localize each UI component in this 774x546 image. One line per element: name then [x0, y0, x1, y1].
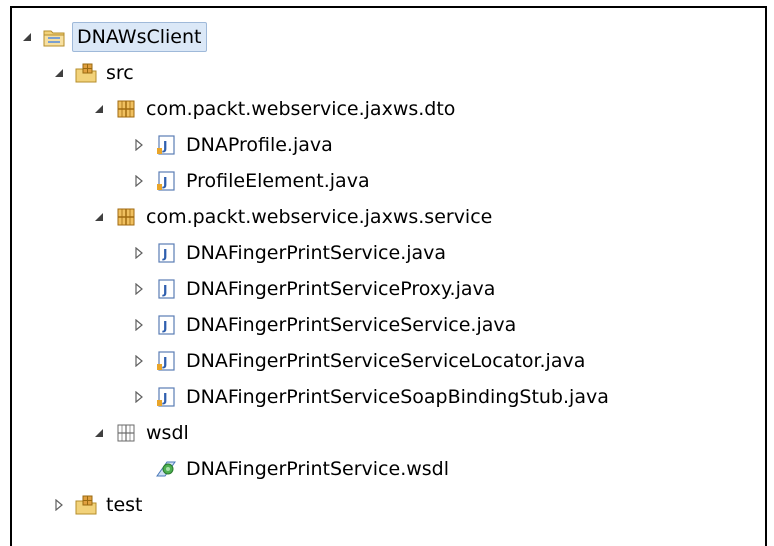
chevron-collapsed-icon[interactable]	[130, 172, 148, 190]
chevron-expanded-icon[interactable]	[90, 208, 108, 226]
svg-text:J: J	[162, 355, 167, 369]
tree-row-stub-java[interactable]: J DNAFingerPrintServiceSoapBindingStub.j…	[130, 380, 609, 414]
java-interface-icon: J	[154, 241, 178, 265]
chevron-expanded-icon[interactable]	[50, 64, 68, 82]
profileelement-label[interactable]: ProfileElement.java	[186, 167, 370, 195]
chevron-expanded-icon[interactable]	[90, 100, 108, 118]
project-label[interactable]: DNAWsClient	[72, 22, 207, 52]
svg-text:J: J	[162, 391, 167, 405]
chevron-collapsed-icon[interactable]	[130, 280, 148, 298]
chevron-collapsed-icon[interactable]	[130, 136, 148, 154]
source-folder-icon	[74, 61, 98, 85]
chevron-collapsed-icon[interactable]	[130, 352, 148, 370]
tree-row-service-java[interactable]: J DNAFingerPrintService.java	[130, 236, 446, 270]
java-file-icon: J	[154, 133, 178, 157]
src-label[interactable]: src	[106, 59, 134, 87]
service-java-label[interactable]: DNAFingerPrintService.java	[186, 239, 446, 267]
tree-row-test[interactable]: test	[50, 488, 143, 522]
chevron-collapsed-icon[interactable]	[130, 388, 148, 406]
svg-text:J: J	[162, 283, 167, 297]
tree-row-src[interactable]: src	[50, 56, 134, 90]
package-icon	[114, 97, 138, 121]
svg-text:J: J	[162, 319, 167, 333]
wsdl-folder-label[interactable]: wsdl	[146, 419, 189, 447]
java-interface-icon: J	[154, 313, 178, 337]
proxy-java-label[interactable]: DNAFingerPrintServiceProxy.java	[186, 275, 495, 303]
tree-row-profileelement[interactable]: J ProfileElement.java	[130, 164, 370, 198]
chevron-collapsed-icon[interactable]	[50, 496, 68, 514]
tree-row-service-package[interactable]: com.packt.webservice.jaxws.service	[90, 200, 492, 234]
java-file-icon: J	[154, 277, 178, 301]
tree-row-locator-java[interactable]: J DNAFingerPrintServiceServiceLocator.ja…	[130, 344, 585, 378]
project-folder-icon	[42, 25, 66, 49]
locator-java-label[interactable]: DNAFingerPrintServiceServiceLocator.java	[186, 347, 585, 375]
dto-package-label[interactable]: com.packt.webservice.jaxws.dto	[146, 95, 455, 123]
stub-java-label[interactable]: DNAFingerPrintServiceSoapBindingStub.jav…	[186, 383, 609, 411]
chevron-collapsed-icon[interactable]	[130, 244, 148, 262]
package-icon	[114, 205, 138, 229]
test-label[interactable]: test	[106, 491, 143, 519]
package-folder-icon	[114, 421, 138, 445]
svg-text:J: J	[162, 139, 167, 153]
tree-row-dto-package[interactable]: com.packt.webservice.jaxws.dto	[90, 92, 455, 126]
wsdl-file-icon	[154, 457, 178, 481]
tree-row-wsdl-file[interactable]: DNAFingerPrintService.wsdl	[130, 452, 449, 486]
java-file-icon: J	[154, 169, 178, 193]
tree-row-serviceservice-java[interactable]: J DNAFingerPrintServiceService.java	[130, 308, 516, 342]
serviceservice-java-label[interactable]: DNAFingerPrintServiceService.java	[186, 311, 516, 339]
chevron-expanded-icon[interactable]	[18, 28, 36, 46]
svg-text:J: J	[162, 175, 167, 189]
java-file-icon: J	[154, 385, 178, 409]
tree-row-dnaprofile[interactable]: J DNAProfile.java	[130, 128, 333, 162]
tree-row-wsdl-folder[interactable]: wsdl	[90, 416, 189, 450]
wsdl-file-label[interactable]: DNAFingerPrintService.wsdl	[186, 455, 449, 483]
source-folder-icon	[74, 493, 98, 517]
chevron-expanded-icon[interactable]	[90, 424, 108, 442]
svg-text:J: J	[162, 247, 167, 261]
tree-row-proxy-java[interactable]: J DNAFingerPrintServiceProxy.java	[130, 272, 495, 306]
dnaprofile-label[interactable]: DNAProfile.java	[186, 131, 333, 159]
service-package-label[interactable]: com.packt.webservice.jaxws.service	[146, 203, 492, 231]
java-file-icon: J	[154, 349, 178, 373]
chevron-collapsed-icon[interactable]	[130, 316, 148, 334]
tree-row-project[interactable]: DNAWsClient	[18, 20, 207, 54]
